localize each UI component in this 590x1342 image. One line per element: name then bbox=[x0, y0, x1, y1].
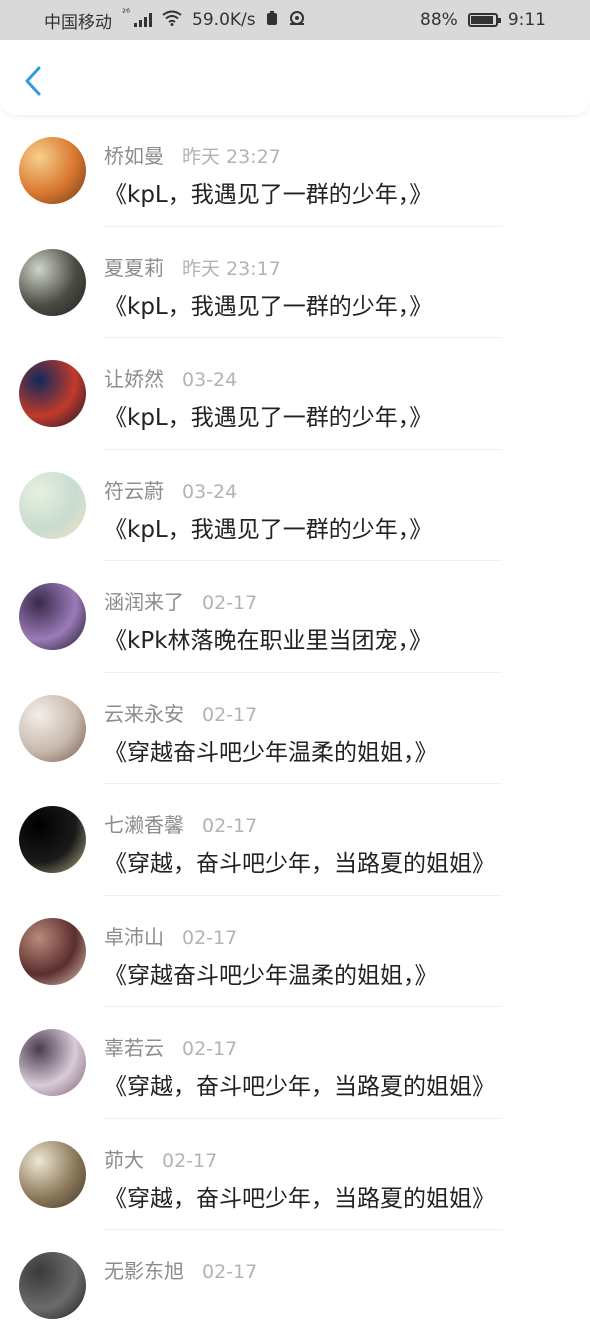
comment-text[interactable]: 《kpL，我遇见了一群的少年，》 bbox=[104, 175, 432, 209]
username[interactable]: 茆大 bbox=[104, 1144, 144, 1173]
battery-saver-icon bbox=[266, 10, 278, 31]
username[interactable]: 桥如曼 bbox=[104, 140, 164, 169]
net-speed: 59.0K/s bbox=[192, 10, 256, 30]
comment-row[interactable]: 无影东旭 02-17 bbox=[0, 1230, 590, 1342]
avatar[interactable] bbox=[19, 917, 86, 985]
comment-row[interactable]: 让娇然 03-24 《kpL，我遇见了一群的少年，》 bbox=[0, 338, 590, 450]
username[interactable]: 七濑香馨 bbox=[104, 809, 184, 838]
battery-icon bbox=[467, 13, 501, 27]
avatar[interactable] bbox=[19, 1029, 86, 1096]
avatar[interactable] bbox=[19, 137, 86, 204]
comment-meta: 符云蔚 03-24 bbox=[104, 475, 237, 504]
comment-time: 02-17 bbox=[182, 1038, 238, 1060]
clock: 9:11 bbox=[507, 10, 546, 30]
comment-text[interactable]: 《穿越，奋斗吧少年，当路夏的姐姐》 bbox=[104, 1067, 495, 1101]
comment-meta: 茆大 02-17 bbox=[104, 1144, 217, 1173]
comment-meta: 桥如曼 昨天 23:27 bbox=[104, 140, 281, 169]
comment-row[interactable]: 辜若云 02-17 《穿越，奋斗吧少年，当路夏的姐姐》 bbox=[0, 1007, 590, 1119]
comment-text[interactable]: 《kpL，我遇见了一群的少年，》 bbox=[104, 510, 432, 544]
top-nav-bar bbox=[0, 40, 590, 115]
comment-meta: 让娇然 03-24 bbox=[104, 363, 237, 392]
wifi-icon bbox=[162, 10, 182, 30]
avatar[interactable] bbox=[19, 806, 86, 873]
network-type: ²⁶ bbox=[122, 7, 131, 19]
eye-protect-icon bbox=[288, 10, 306, 31]
comment-text[interactable]: 《穿越奋斗吧少年温柔的姐姐，》 bbox=[104, 956, 438, 990]
comment-row[interactable]: 涵润来了 02-17 《kPk林落晚在职业里当团宠，》 bbox=[0, 561, 590, 673]
username[interactable]: 夏夏莉 bbox=[104, 252, 164, 281]
comment-meta: 辜若云 02-17 bbox=[104, 1032, 237, 1061]
comment-time: 02-17 bbox=[202, 592, 258, 614]
comment-time: 03-24 bbox=[182, 369, 238, 391]
username[interactable]: 符云蔚 bbox=[104, 475, 164, 504]
username[interactable]: 卓沛山 bbox=[104, 921, 164, 950]
comment-text[interactable]: 《kpL，我遇见了一群的少年，》 bbox=[104, 287, 432, 321]
comment-text[interactable]: 《kpL，我遇见了一群的少年，》 bbox=[104, 398, 432, 432]
username[interactable]: 辜若云 bbox=[104, 1032, 164, 1061]
comment-row[interactable]: 夏夏莉 昨天 23:17 《kpL，我遇见了一群的少年，》 bbox=[0, 227, 590, 338]
comment-time: 03-24 bbox=[182, 480, 238, 503]
signal-icon bbox=[134, 13, 153, 27]
comment-time: 昨天 23:17 bbox=[182, 257, 281, 280]
comment-meta: 卓沛山 02-17 bbox=[104, 921, 237, 950]
avatar[interactable] bbox=[19, 583, 86, 650]
comment-time: 02-17 bbox=[202, 703, 258, 726]
comment-meta: 夏夏莉 昨天 23:17 bbox=[104, 252, 281, 281]
status-bar: 中国移动 ²⁶ 59.0K/s 88% 9:11 bbox=[0, 0, 590, 40]
comment-time: 02-17 bbox=[162, 1149, 218, 1172]
back-button[interactable] bbox=[20, 64, 46, 98]
battery-percent: 88% bbox=[420, 10, 458, 30]
carrier-name: 中国移动 bbox=[44, 12, 112, 33]
comment-time: 02-17 bbox=[182, 926, 238, 949]
comment-meta: 七濑香馨 02-17 bbox=[104, 809, 257, 838]
avatar[interactable] bbox=[19, 1252, 86, 1319]
avatar[interactable] bbox=[19, 360, 86, 427]
chevron-left-icon bbox=[25, 66, 41, 96]
comment-row[interactable]: 云来永安 02-17 《穿越奋斗吧少年温柔的姐姐，》 bbox=[0, 673, 590, 784]
comment-row[interactable]: 茆大 02-17 《穿越，奋斗吧少年，当路夏的姐姐》 bbox=[0, 1119, 590, 1230]
comment-meta: 涵润来了 02-17 bbox=[104, 586, 257, 615]
comment-row[interactable]: 符云蔚 03-24 《kpL，我遇见了一群的少年，》 bbox=[0, 450, 590, 561]
username[interactable]: 让娇然 bbox=[104, 363, 164, 392]
avatar[interactable] bbox=[19, 471, 86, 539]
comment-row[interactable]: 七濑香馨 02-17 《穿越，奋斗吧少年，当路夏的姐姐》 bbox=[0, 784, 590, 896]
comment-meta: 云来永安 02-17 bbox=[104, 698, 257, 727]
comment-time: 昨天 23:27 bbox=[182, 146, 281, 168]
comment-text[interactable]: 《穿越奋斗吧少年温柔的姐姐，》 bbox=[104, 733, 438, 767]
comment-time: 02-17 bbox=[202, 815, 258, 837]
avatar[interactable] bbox=[19, 248, 86, 316]
comment-text[interactable]: 《穿越，奋斗吧少年，当路夏的姐姐》 bbox=[104, 1179, 495, 1213]
avatar[interactable] bbox=[19, 1140, 86, 1208]
comment-list: 桥如曼 昨天 23:27 《kpL，我遇见了一群的少年，》 夏夏莉 昨天 23:17 《k… bbox=[0, 115, 590, 1342]
avatar[interactable] bbox=[19, 694, 86, 762]
comment-text[interactable]: 《kPk林落晚在职业里当团宠，》 bbox=[104, 621, 432, 655]
username[interactable]: 云来永安 bbox=[104, 698, 184, 727]
username[interactable]: 涵润来了 bbox=[104, 586, 184, 615]
comment-row[interactable]: 卓沛山 02-17 《穿越奋斗吧少年温柔的姐姐，》 bbox=[0, 896, 590, 1007]
comment-row[interactable]: 桥如曼 昨天 23:27 《kpL，我遇见了一群的少年，》 bbox=[0, 115, 590, 227]
comment-text[interactable]: 《穿越，奋斗吧少年，当路夏的姐姐》 bbox=[104, 844, 495, 878]
